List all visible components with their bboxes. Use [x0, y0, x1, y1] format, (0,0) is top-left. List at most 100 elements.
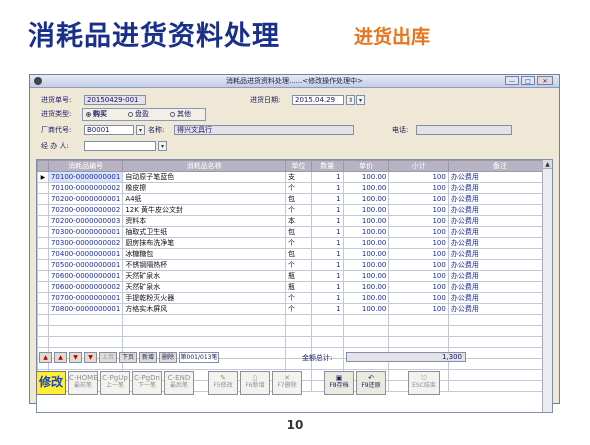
prev-record-button[interactable]: C-PgUp 上一笔 — [100, 371, 130, 395]
cell-name[interactable]: A4纸 — [122, 193, 287, 205]
cell-code[interactable]: 70200-0000000002 — [47, 204, 124, 216]
last-row-button[interactable]: ▼ — [84, 352, 97, 363]
exit-button[interactable]: ⎋ ESC结束 — [408, 371, 440, 395]
cell-subtotal[interactable]: 100 — [388, 204, 449, 216]
handler-dropdown-icon[interactable]: ▾ — [158, 141, 167, 151]
cell-price[interactable]: 100.00 — [342, 303, 390, 315]
cell-price[interactable]: 100.00 — [342, 270, 390, 282]
cell-note[interactable]: 办公费用 — [447, 303, 552, 315]
cell-name[interactable]: 自动原子笔蓝色 — [122, 171, 287, 183]
cell-price[interactable]: 100.00 — [342, 237, 390, 249]
cell-qty[interactable]: 1 — [310, 237, 344, 249]
cell-price[interactable]: 100.00 — [342, 259, 390, 271]
cell-unit[interactable]: 瓶 — [285, 281, 312, 293]
type-radio-other[interactable]: 其他 — [170, 109, 191, 119]
cell-note[interactable]: 办公费用 — [447, 237, 552, 249]
cell-name[interactable]: 冰糖糖包 — [122, 248, 287, 260]
cell-name[interactable]: 资料本 — [122, 215, 287, 227]
delete-row-button[interactable]: 删除 — [159, 352, 177, 363]
cell-note[interactable]: 办公费用 — [447, 204, 552, 216]
col-header-price[interactable]: 单价 — [342, 160, 390, 172]
window-titlebar[interactable]: 消耗品进货资料处理......<修改操作处理中> — □ ✕ — [30, 75, 559, 88]
new-button[interactable]: ▯ F6新增 — [240, 371, 270, 395]
cell-unit[interactable]: 个 — [285, 259, 312, 271]
page-down-button[interactable]: 下页 — [119, 352, 137, 363]
cell-subtotal[interactable]: 100 — [388, 303, 449, 315]
cell-name[interactable]: 抽取式卫生纸 — [122, 226, 287, 238]
cell-subtotal[interactable]: 100 — [388, 270, 449, 282]
cell-qty[interactable]: 1 — [310, 182, 344, 194]
close-button[interactable]: ✕ — [537, 76, 553, 85]
cell-subtotal[interactable]: 100 — [388, 237, 449, 249]
col-header-code[interactable]: 消耗品编号 — [47, 160, 124, 172]
edit-mode-button[interactable]: 修改 — [36, 371, 66, 395]
cell-note[interactable]: 办公费用 — [447, 171, 552, 183]
cell-price[interactable]: 100.00 — [342, 226, 390, 238]
cell-code[interactable]: 70700-0000000001 — [47, 292, 124, 304]
table-row[interactable]: 70600-0000000002 天然矿泉水瓶 1 100.00 100 办公费用 — [37, 281, 552, 293]
cell-qty[interactable]: 1 — [310, 226, 344, 238]
first-row-button[interactable]: ▲ — [39, 352, 52, 363]
table-row[interactable]: 70700-0000000001 手提乾粉灭火器个 1 100.00 100 办公费用 — [37, 292, 552, 304]
col-header-name[interactable]: 消耗品名称 — [122, 160, 287, 172]
table-row[interactable]: ▶ 70100-0000000001 自动原子笔蓝色支 1 100.00 100 办公费用 — [37, 171, 552, 183]
cell-code[interactable]: 70100-0000000001 — [47, 171, 124, 183]
cell-subtotal[interactable]: 100 — [388, 281, 449, 293]
cell-code[interactable]: 70600-0000000001 — [47, 270, 124, 282]
cell-unit[interactable]: 包 — [285, 226, 312, 238]
cell-subtotal[interactable]: 100 — [388, 193, 449, 205]
table-row[interactable]: 70100-0000000002 橡皮擦个 1 100.00 100 办公费用 — [37, 182, 552, 194]
cell-note[interactable]: 办公费用 — [447, 226, 552, 238]
date-dropdown-icon[interactable]: ▾ — [356, 95, 365, 105]
cell-name[interactable]: 天然矿泉水 — [122, 270, 287, 282]
prev-row-button[interactable]: ▲ — [54, 352, 67, 363]
cell-unit[interactable]: 支 — [285, 171, 312, 183]
cell-price[interactable]: 100.00 — [342, 215, 390, 227]
cell-qty[interactable]: 1 — [310, 292, 344, 304]
cell-unit[interactable]: 本 — [285, 215, 312, 227]
cell-qty[interactable]: 1 — [310, 248, 344, 260]
cell-subtotal[interactable]: 100 — [388, 259, 449, 271]
cell-qty[interactable]: 1 — [310, 193, 344, 205]
table-row[interactable]: 70200-0000000002 12K 黄牛皮公文封个 1 100.00 100 办公费… — [37, 204, 552, 216]
col-header-unit[interactable]: 单位 — [285, 160, 312, 172]
cell-qty[interactable]: 1 — [310, 270, 344, 282]
table-row[interactable]: 70200-0000000001 A4纸包 1 100.00 100 办公费用 — [37, 193, 552, 205]
cell-qty[interactable]: 1 — [310, 281, 344, 293]
table-row[interactable]: 70300-0000000002 厨房抹布洗净笔个 1 100.00 100 办公费用 — [37, 237, 552, 249]
cell-unit[interactable]: 个 — [285, 303, 312, 315]
cell-subtotal[interactable]: 100 — [388, 171, 449, 183]
cell-unit[interactable]: 个 — [285, 237, 312, 249]
minimize-button[interactable]: — — [505, 76, 519, 85]
grid-vertical-scrollbar[interactable]: ▲ — [542, 160, 552, 412]
vendor-name-field[interactable]: 得兴文具行 — [174, 125, 354, 135]
last-record-button[interactable]: C-END 最后笔 — [164, 371, 194, 395]
cell-note[interactable]: 办公费用 — [447, 215, 552, 227]
first-record-button[interactable]: C-HOME 最前笔 — [68, 371, 98, 395]
cell-price[interactable]: 100.00 — [342, 182, 390, 194]
cell-qty[interactable]: 1 — [310, 303, 344, 315]
handler-field[interactable] — [84, 141, 156, 151]
cell-code[interactable]: 70800-0000000001 — [47, 303, 124, 315]
table-row[interactable]: 70200-0000000003 资料本本 1 100.00 100 办公费用 — [37, 215, 552, 227]
cell-code[interactable]: 70500-0000000001 — [47, 259, 124, 271]
cell-note[interactable]: 办公费用 — [447, 248, 552, 260]
cell-price[interactable]: 100.00 — [342, 193, 390, 205]
table-row[interactable]: 70500-0000000001 不锈钢隔热杯个 1 100.00 100 办公费用 — [37, 259, 552, 271]
cell-note[interactable]: 办公费用 — [447, 270, 552, 282]
cell-unit[interactable]: 包 — [285, 248, 312, 260]
cell-unit[interactable]: 包 — [285, 193, 312, 205]
next-record-button[interactable]: C-PgDn 下一笔 — [132, 371, 162, 395]
modify-button[interactable]: ✎ F5修改 — [208, 371, 238, 395]
cell-code[interactable]: 70200-0000000001 — [47, 193, 124, 205]
type-radio-surplus[interactable]: 盘盈 — [128, 109, 149, 119]
date-field[interactable]: 2015.04.29 — [292, 95, 344, 105]
cell-note[interactable]: 办公费用 — [447, 281, 552, 293]
scroll-up-icon[interactable]: ▲ — [543, 160, 552, 169]
cell-price[interactable]: 100.00 — [342, 248, 390, 260]
order-no-field[interactable]: 20150429-001 — [84, 95, 146, 105]
cell-price[interactable]: 100.00 — [342, 281, 390, 293]
add-row-button[interactable]: 新增 — [139, 352, 157, 363]
cell-unit[interactable]: 个 — [285, 292, 312, 304]
cell-note[interactable]: 办公费用 — [447, 193, 552, 205]
